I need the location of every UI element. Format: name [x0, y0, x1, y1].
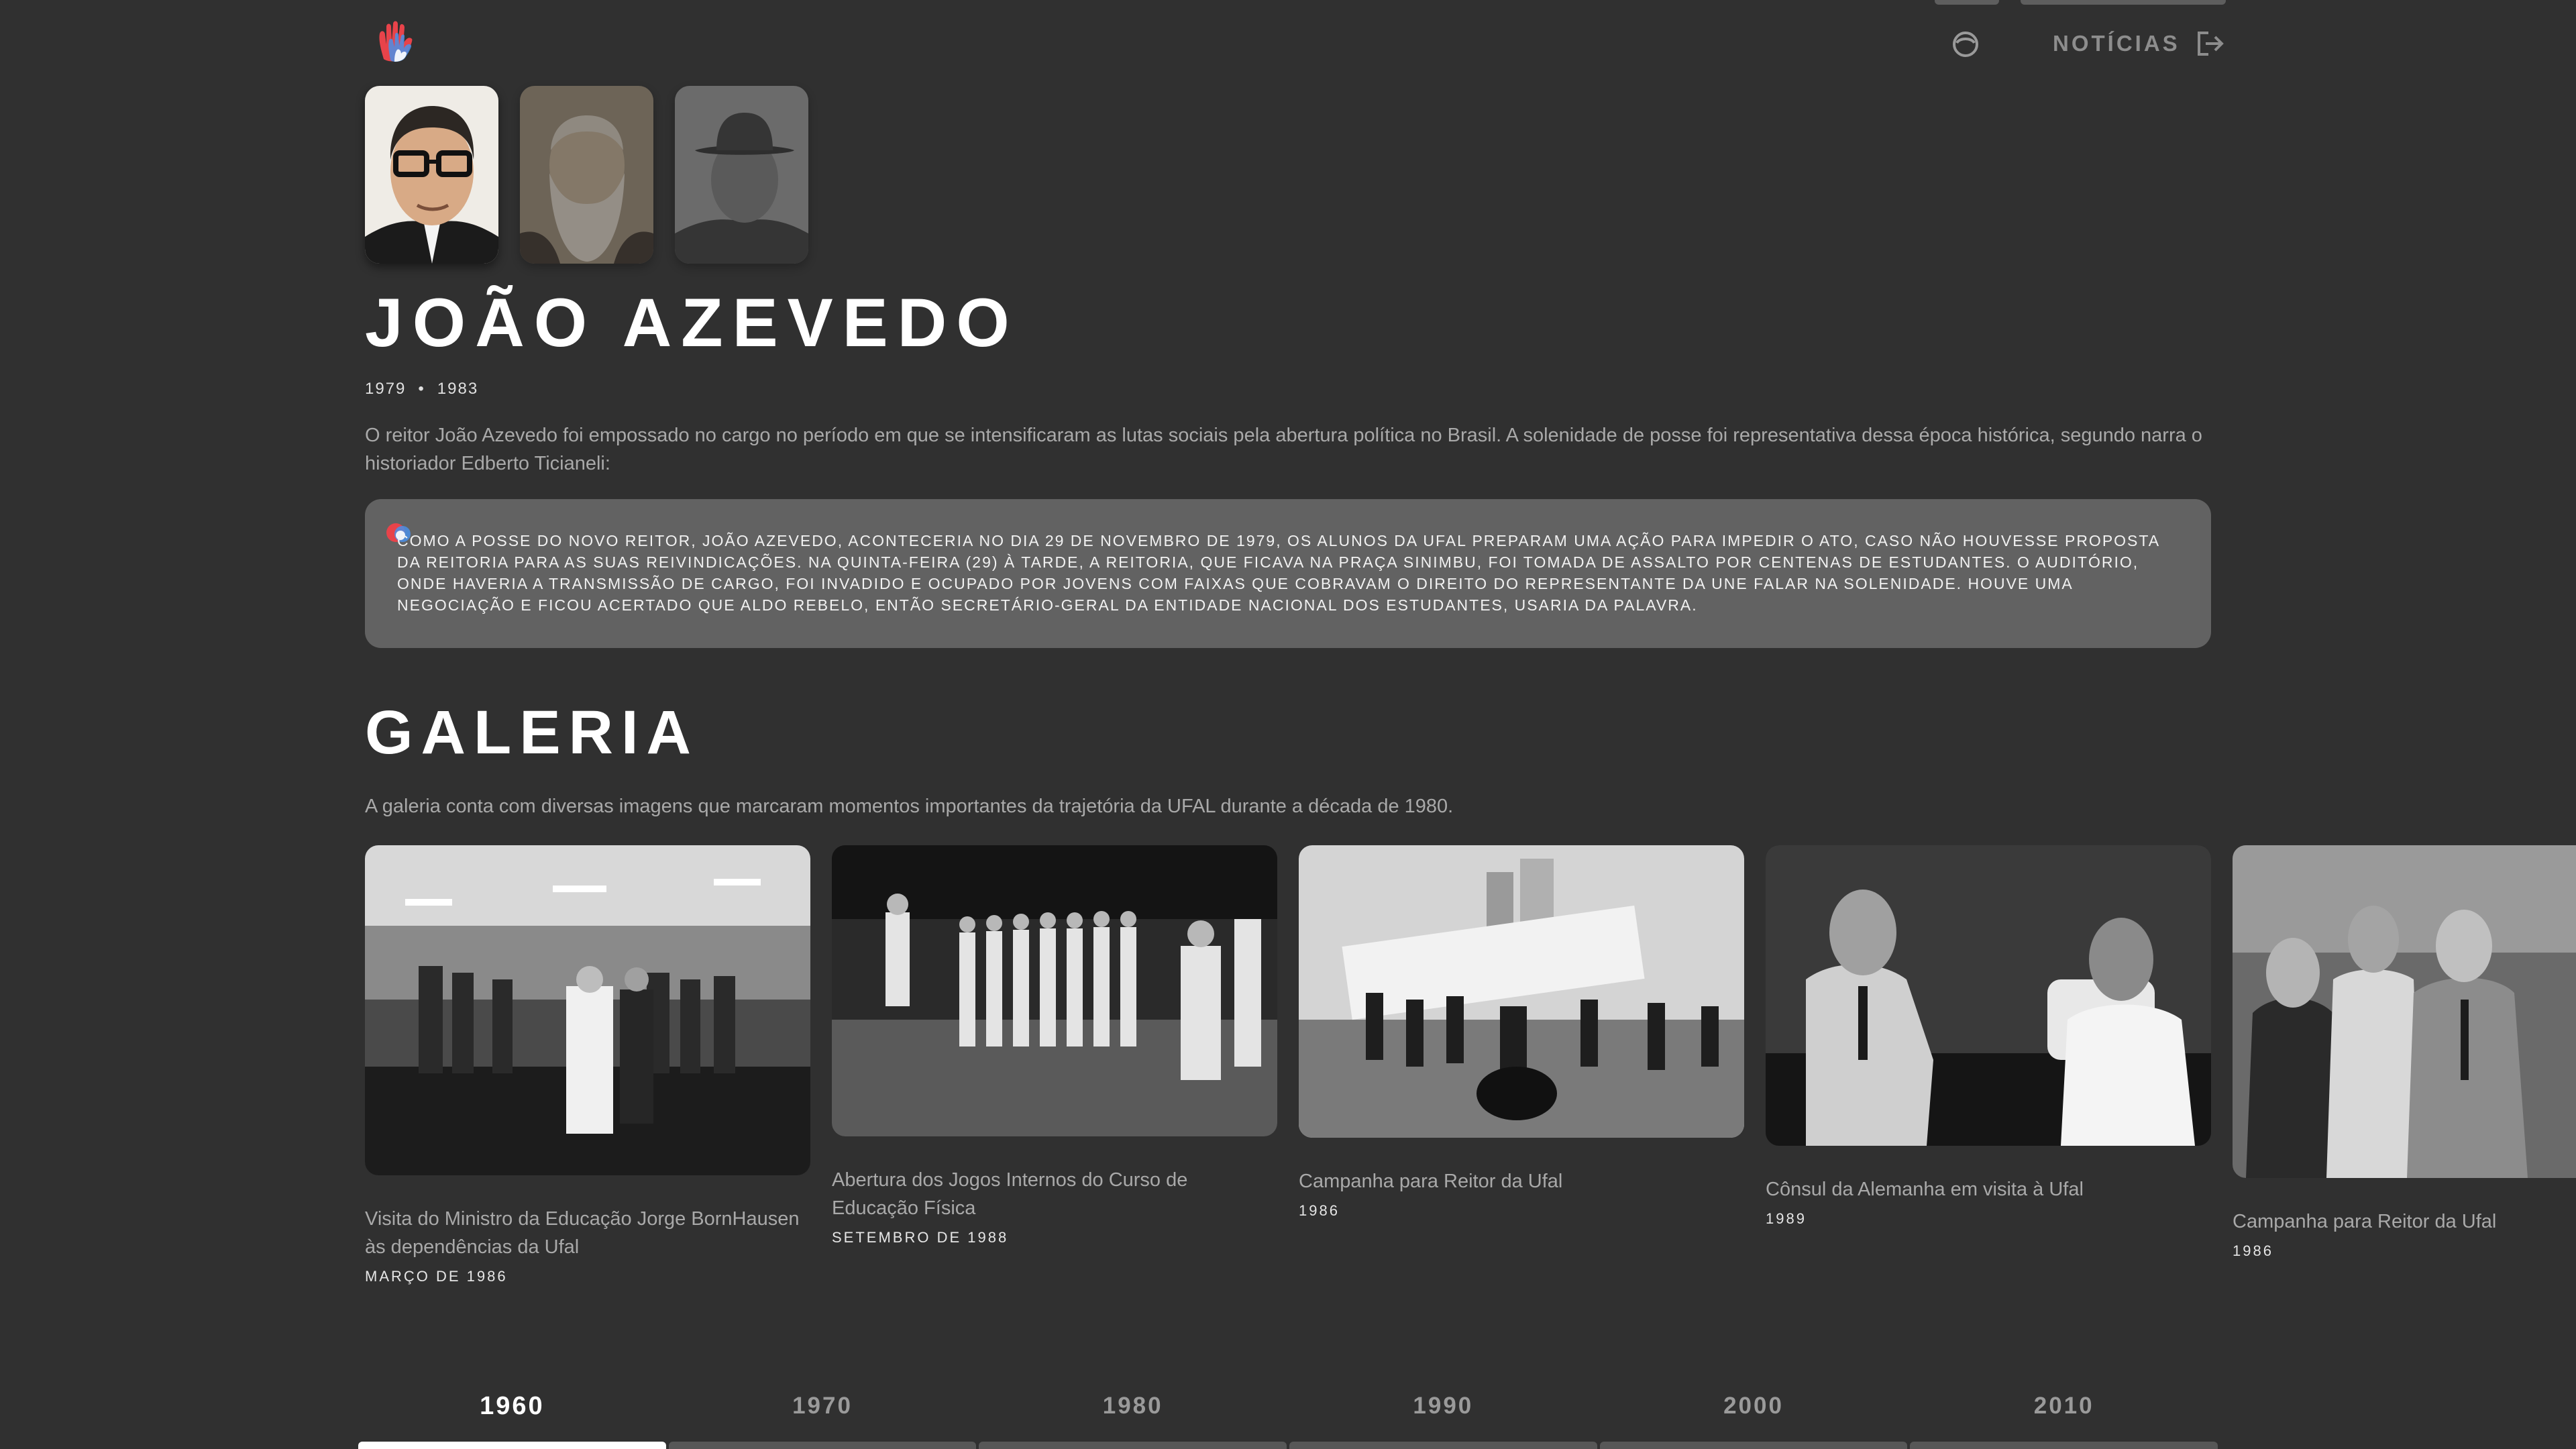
tab-decade-1960[interactable]: 1960: [357, 1386, 667, 1449]
decade-label: 2010: [2033, 1393, 2094, 1419]
gallery-photo: [1766, 845, 2211, 1146]
gallery-photo: [2233, 845, 2576, 1178]
gallery-title: GALERIA: [365, 698, 699, 767]
gallery-item-caption: Abertura dos Jogos Internos do Curso de …: [832, 1169, 1188, 1219]
top-tab-wide[interactable]: [2021, 0, 2226, 5]
gallery-item-date: 1989: [1766, 1210, 1807, 1227]
hand-logo-icon[interactable]: [374, 20, 420, 63]
gallery-item-date: 1986: [1299, 1202, 1340, 1219]
gallery-item-caption: Visita do Ministro da Educação Jorge Bor…: [365, 1208, 800, 1258]
historian-quote-box: Como a posse do novo reitor, João Azeved…: [365, 499, 2211, 648]
decade-label: 1970: [792, 1393, 853, 1419]
gallery-item-date: SETEMBRO DE 1988: [832, 1229, 1009, 1246]
decade-progress-bar: [1289, 1442, 1597, 1449]
logout-arrow-icon: [2194, 28, 2226, 60]
gallery-item-caption: Cônsul da Alemanha em visita à Ufal: [1766, 1179, 2084, 1200]
decade-progress-bar: [1599, 1442, 1908, 1449]
decade-progress-bar: [1910, 1442, 2218, 1449]
gallery-item-caption: Campanha para Reitor da Ufal: [2233, 1211, 2497, 1232]
news-label: NOTÍCIAS: [2053, 31, 2180, 56]
rector-name: JOÃO AZEVEDO: [365, 284, 1019, 361]
term-start-year: 1979: [365, 380, 407, 398]
gallery-photo: [832, 845, 1277, 1136]
gallery-item-date: 1986: [2233, 1242, 2273, 1259]
decade-label: 2000: [1723, 1393, 1784, 1419]
term-separator: •: [418, 380, 425, 398]
tab-decade-1990[interactable]: 1990: [1288, 1386, 1599, 1449]
top-tab-small[interactable]: [1935, 0, 1999, 5]
decade-label: 1980: [1102, 1393, 1163, 1419]
tab-decade-1970[interactable]: 1970: [667, 1386, 978, 1449]
rector-term-dates: 1979 • 1983: [365, 380, 478, 398]
news-link[interactable]: NOTÍCIAS: [2053, 27, 2226, 60]
historian-quote-text: Como a posse do novo reitor, João Azeved…: [397, 532, 2159, 614]
tab-decade-2010[interactable]: 2010: [1909, 1386, 2219, 1449]
portrait-bearded-man[interactable]: [520, 86, 653, 264]
gallery-photo: [365, 845, 810, 1175]
gallery-item-caption: Campanha para Reitor da Ufal: [1299, 1171, 1563, 1192]
rector-intro-text: O reitor João Azevedo foi empossado no c…: [365, 425, 2202, 474]
gallery-item-campaign-1[interactable]: Campanha para Reitor da Ufal 1986: [1299, 845, 1744, 1220]
gallery-item-minister-visit[interactable]: Visita do Ministro da Educação Jorge Bor…: [365, 845, 810, 1285]
decade-progress-bar: [979, 1442, 1287, 1449]
decade-progress-bar: [358, 1442, 666, 1449]
term-end-year: 1983: [437, 380, 479, 398]
gallery-photo: [1299, 845, 1744, 1138]
decade-timeline: 1960 1970 1980 1990 2000 2010: [357, 1386, 2219, 1449]
rector-portraits: [365, 86, 808, 264]
decade-label: 1990: [1413, 1393, 1474, 1419]
gallery-description: A galeria conta com diversas imagens que…: [365, 796, 1454, 817]
gallery-item-campaign-2[interactable]: Campanha para Reitor da Ufal 1986: [2233, 845, 2576, 1260]
tab-decade-1980[interactable]: 1980: [977, 1386, 1288, 1449]
gallery-item-date: MARÇO DE 1986: [365, 1268, 508, 1285]
portrait-joao-azevedo[interactable]: [365, 86, 498, 264]
decade-label: 1960: [480, 1392, 545, 1420]
decade-progress-bar: [668, 1442, 977, 1449]
theme-toggle-icon[interactable]: [1951, 30, 1980, 59]
gallery-item-consul-visit[interactable]: Cônsul da Alemanha em visita à Ufal 1989: [1766, 845, 2211, 1228]
portrait-man-with-hat[interactable]: [675, 86, 808, 264]
tab-decade-2000[interactable]: 2000: [1599, 1386, 1909, 1449]
gallery-item-sports-opening[interactable]: Abertura dos Jogos Internos do Curso de …: [832, 845, 1277, 1246]
